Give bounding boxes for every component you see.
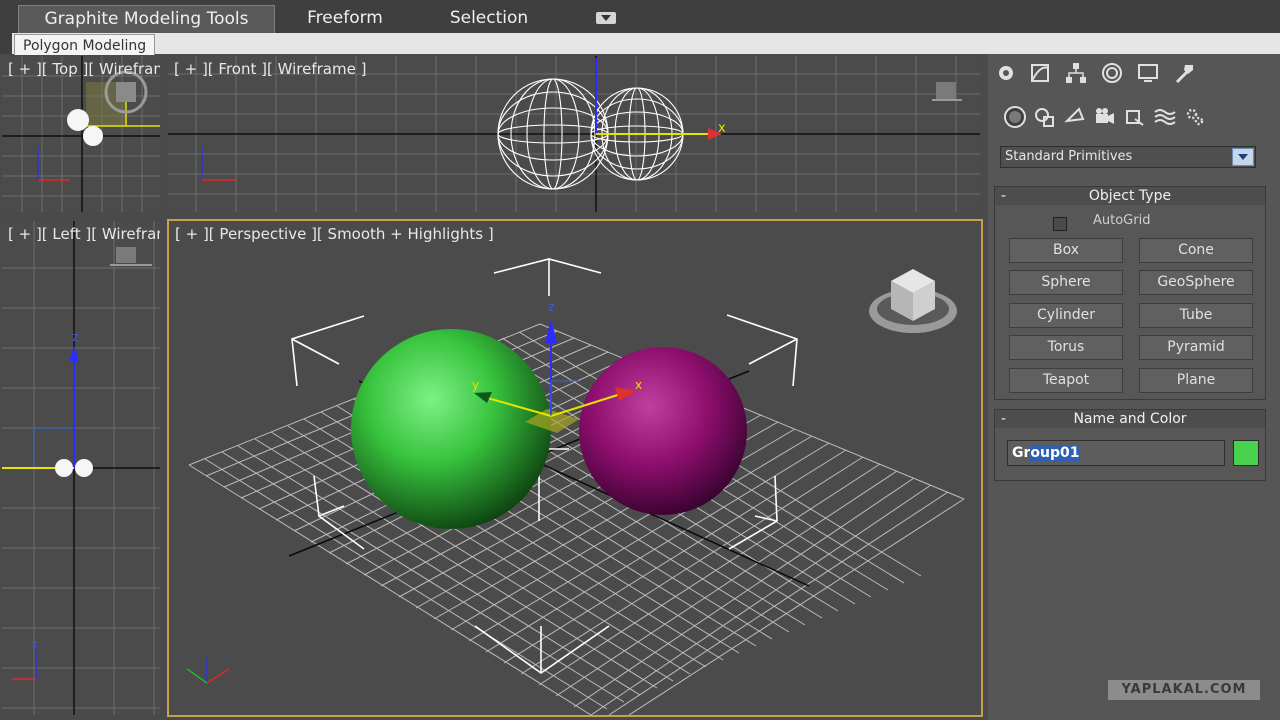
create-icon[interactable] (992, 60, 1020, 86)
autogrid-checkbox[interactable] (1053, 217, 1067, 231)
object-name-selection: oup01 (1030, 445, 1080, 461)
chevron-down-icon[interactable] (1232, 148, 1254, 166)
spacewarps-icon[interactable] (1152, 105, 1178, 129)
collapse-icon: - (1001, 188, 1007, 204)
motion-icon[interactable] (1098, 60, 1126, 86)
object-type-title: Object Type (1088, 188, 1172, 204)
persp-axis-y-label: y (472, 378, 479, 392)
tab-selection[interactable]: Selection (430, 5, 548, 33)
torus-button[interactable]: Torus (1009, 335, 1123, 360)
viewport-top-label[interactable]: [ + ][ Top ][ Wireframe ] (8, 60, 160, 78)
modify-icon[interactable] (1026, 60, 1054, 86)
viewport-perspective-canvas: z y x (186, 258, 965, 715)
dropdown-value: Standard Primitives (1005, 149, 1133, 164)
viewport-front-canvas: x (168, 56, 980, 212)
cylinder-button[interactable]: Cylinder (1009, 303, 1123, 328)
persp-axis-x-label: x (635, 378, 642, 392)
green-sphere[interactable] (351, 329, 551, 529)
viewport-perspective-label[interactable]: [ + ][ Perspective ][ Smooth + Highlight… (175, 225, 494, 243)
tab-polygon-modeling[interactable]: Polygon Modeling (14, 34, 156, 55)
cone-button[interactable]: Cone (1139, 238, 1253, 263)
display-icon[interactable] (1134, 60, 1162, 86)
viewport-front-label[interactable]: [ + ][ Front ][ Wireframe ] (174, 60, 366, 78)
utilities-icon[interactable] (1170, 60, 1198, 86)
object-name-text: Gr (1012, 445, 1031, 461)
collapse-icon: - (1001, 411, 1007, 427)
viewport-left[interactable]: z z [ + ][ Left ][ Wireframe ] (2, 221, 160, 715)
persp-axis-z-label: z (548, 300, 554, 314)
viewcube[interactable] (869, 269, 957, 333)
pyramid-button[interactable]: Pyramid (1139, 335, 1253, 360)
name-and-color-header[interactable]: - Name and Color (995, 410, 1265, 428)
teapot-button[interactable]: Teapot (1009, 368, 1123, 393)
left-axis-z-label: z (72, 330, 78, 344)
tab-graphite-modeling-tools[interactable]: Graphite Modeling Tools (18, 5, 275, 34)
plane-button[interactable]: Plane (1139, 368, 1253, 393)
perspective-grid (188, 323, 965, 715)
tube-button[interactable]: Tube (1139, 303, 1253, 328)
ribbon-dropdown-button[interactable] (596, 12, 616, 24)
primitive-category-dropdown[interactable]: Standard Primitives (1000, 146, 1256, 168)
viewport-top[interactable]: [ + ][ Top ][ Wireframe ] (2, 56, 160, 212)
ribbon-panel-bar (12, 33, 1280, 54)
watermark: YAPLAKAL.COM (1108, 680, 1260, 700)
purple-sphere[interactable] (579, 347, 747, 515)
left-corner-z-label: z (32, 639, 37, 650)
name-and-color-title: Name and Color (1073, 411, 1187, 427)
lights-icon[interactable] (1062, 105, 1088, 129)
sphere-button[interactable]: Sphere (1009, 270, 1123, 295)
box-button[interactable]: Box (1009, 238, 1123, 263)
object-name-input[interactable]: Group01 (1007, 440, 1225, 466)
object-color-swatch[interactable] (1233, 440, 1259, 466)
systems-icon[interactable] (1182, 105, 1208, 129)
viewport-left-canvas: z z (2, 221, 160, 715)
tab-freeform[interactable]: Freeform (290, 5, 400, 33)
cameras-icon[interactable] (1092, 105, 1118, 129)
geometry-icon[interactable] (1002, 105, 1028, 129)
viewport-top-canvas (2, 56, 160, 212)
object-type-header[interactable]: - Object Type (995, 187, 1265, 205)
geosphere-button[interactable]: GeoSphere (1139, 270, 1253, 295)
name-and-color-rollout: - Name and Color Group01 (994, 409, 1266, 481)
viewport-left-label[interactable]: [ + ][ Left ][ Wireframe ] (8, 225, 160, 243)
front-axis-x-label: x (718, 121, 726, 136)
viewport-front[interactable]: x [ + ][ Front ][ Wireframe ] (168, 56, 980, 212)
hierarchy-icon[interactable] (1062, 60, 1090, 86)
object-type-rollout: - Object Type AutoGrid Box Cone Sphere G… (994, 186, 1266, 400)
autogrid-label: AutoGrid (1093, 213, 1151, 228)
command-panel: Standard Primitives - Object Type AutoGr… (988, 54, 1280, 720)
helpers-icon[interactable] (1122, 105, 1148, 129)
viewport-perspective[interactable]: z y x [ + ][ Perspective ][ Smooth + Hig… (167, 219, 983, 717)
shapes-icon[interactable] (1032, 105, 1058, 129)
